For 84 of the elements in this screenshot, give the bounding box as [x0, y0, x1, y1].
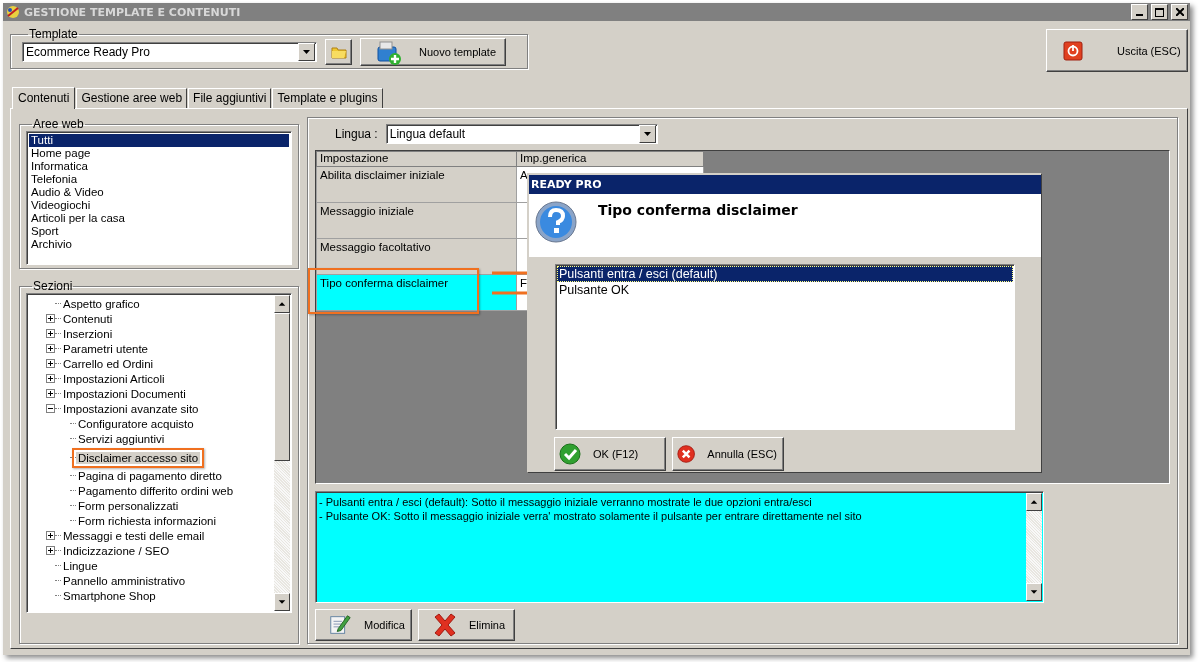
- power-icon: [1063, 40, 1083, 61]
- minimize-button[interactable]: [1131, 4, 1148, 20]
- tab[interactable]: Template e plugins: [272, 88, 383, 108]
- dropdown-field[interactable]: Lingua default: [385, 124, 658, 144]
- tab[interactable]: Contenuti: [12, 87, 76, 109]
- tree-item[interactable]: Pannello amministrativo: [61, 574, 188, 587]
- edit-button[interactable]: Modifica: [315, 609, 412, 641]
- delete-button[interactable]: Elimina: [418, 609, 515, 641]
- window-title: GESTIONE TEMPLATE E CONTENUTI: [24, 5, 241, 19]
- tree-item[interactable]: Smartphone Shop: [61, 589, 158, 602]
- scroll-thumb[interactable]: [274, 313, 290, 461]
- expand-icon[interactable]: [46, 531, 55, 540]
- tree-item[interactable]: Form richiesta informazioni: [76, 514, 219, 527]
- tree-item[interactable]: Contenuti: [61, 312, 115, 325]
- tree-item[interactable]: Impostazioni Articoli: [61, 372, 167, 385]
- scroll-down-button[interactable]: [274, 593, 290, 611]
- tree-item[interactable]: Servizi aggiuntivi: [76, 432, 167, 445]
- column-header[interactable]: Imp.generica: [516, 151, 704, 167]
- expand-icon[interactable]: [46, 389, 55, 398]
- tree-item[interactable]: Form personalizzati: [76, 499, 181, 512]
- scrollbar[interactable]: [1026, 493, 1042, 601]
- list-item[interactable]: Tutti: [29, 134, 289, 147]
- list-item[interactable]: Sport: [29, 225, 289, 238]
- scroll-up-button[interactable]: [1026, 493, 1042, 511]
- maximize-icon: [1155, 7, 1164, 17]
- column-header[interactable]: Impostazione: [316, 151, 517, 167]
- exit-button[interactable]: Uscita (ESC): [1046, 29, 1188, 72]
- description-text: - Pulsanti entra / esci (default): Sotto il messaggio iniziale verranno mostrate le due opzioni entra/esci: [319, 495, 813, 509]
- new-template-button[interactable]: Nuovo template: [360, 38, 506, 66]
- tree-item[interactable]: Messaggi e testi delle email: [61, 529, 207, 542]
- scroll-down-button[interactable]: [1026, 583, 1042, 601]
- list-item[interactable]: Telefonia: [29, 173, 289, 186]
- maximize-button[interactable]: [1151, 4, 1168, 20]
- question-icon: [534, 200, 578, 244]
- box-plus-icon: [375, 39, 401, 65]
- field-label: Lingua :: [335, 127, 378, 141]
- list-item[interactable]: Informatica: [29, 160, 289, 173]
- list-item[interactable]: Archivio: [29, 238, 289, 251]
- collapse-icon[interactable]: [46, 404, 55, 413]
- list-item[interactable]: Home page: [29, 147, 289, 160]
- list-item[interactable]: Pulsanti entra / esci (default): [557, 266, 1013, 282]
- tree-item[interactable]: Carrello ed Ordini: [61, 357, 156, 370]
- cancel-icon: [677, 443, 696, 465]
- tree-item[interactable]: Aspetto grafico: [61, 297, 142, 310]
- table-cell: Abilita disclaimer iniziale: [316, 166, 517, 203]
- dialog-title: READY PRO: [529, 175, 1041, 194]
- group-label: Template: [28, 27, 79, 41]
- check-icon: [559, 443, 581, 465]
- scrollbar[interactable]: [274, 295, 290, 611]
- description-text: - Pulsante OK: Sotto il messaggio iniziale verra' mostrato solamente il pulsante per entrare direttamente nel sito: [319, 509, 863, 523]
- tree-item[interactable]: Pagamento differito ordini web: [76, 484, 236, 497]
- expand-icon[interactable]: [46, 344, 55, 353]
- ok-button[interactable]: OK (F12): [554, 437, 666, 471]
- list-item[interactable]: Videogiochi: [29, 199, 289, 212]
- tree-item[interactable]: Pagina di pagamento diretto: [76, 469, 224, 482]
- tree-item[interactable]: Inserzioni: [61, 327, 115, 340]
- table-cell: Messaggio iniziale: [316, 202, 517, 239]
- open-folder-button[interactable]: [325, 39, 352, 65]
- expand-icon[interactable]: [46, 329, 55, 338]
- tree-item[interactable]: Impostazioni avanzate sito: [61, 402, 201, 415]
- expand-icon[interactable]: [46, 314, 55, 323]
- scroll-up-button[interactable]: [274, 295, 290, 313]
- tree-item[interactable]: Configuratore acquisto: [76, 417, 196, 430]
- dialog-heading: Tipo conferma disclaimer: [598, 201, 798, 220]
- list-item[interactable]: Articoli per la casa: [29, 212, 289, 225]
- expand-icon[interactable]: [46, 374, 55, 383]
- tab[interactable]: File aggiuntivi: [188, 88, 272, 108]
- tree-item[interactable]: Indicizzazione / SEO: [61, 544, 172, 557]
- group-label: Aree web: [32, 117, 85, 131]
- expand-icon[interactable]: [46, 359, 55, 368]
- tree-item[interactable]: Disclaimer accesso sito: [76, 451, 201, 464]
- dropdown-field[interactable]: Ecommerce Ready Pro: [22, 42, 317, 62]
- list-item[interactable]: Audio & Video: [29, 186, 289, 199]
- tree-item[interactable]: Parametri utente: [61, 342, 150, 355]
- tree-item[interactable]: Lingue: [61, 559, 100, 572]
- tree-item[interactable]: Impostazioni Documenti: [61, 387, 188, 400]
- close-icon: [1175, 8, 1184, 16]
- app-icon: [5, 4, 21, 20]
- expand-icon[interactable]: [46, 546, 55, 555]
- group-label: Sezioni: [32, 279, 74, 293]
- close-button[interactable]: [1171, 4, 1188, 20]
- minimize-icon: [1136, 14, 1143, 16]
- tab[interactable]: Gestione aree web: [76, 88, 188, 108]
- cancel-button[interactable]: Annulla (ESC): [672, 437, 784, 471]
